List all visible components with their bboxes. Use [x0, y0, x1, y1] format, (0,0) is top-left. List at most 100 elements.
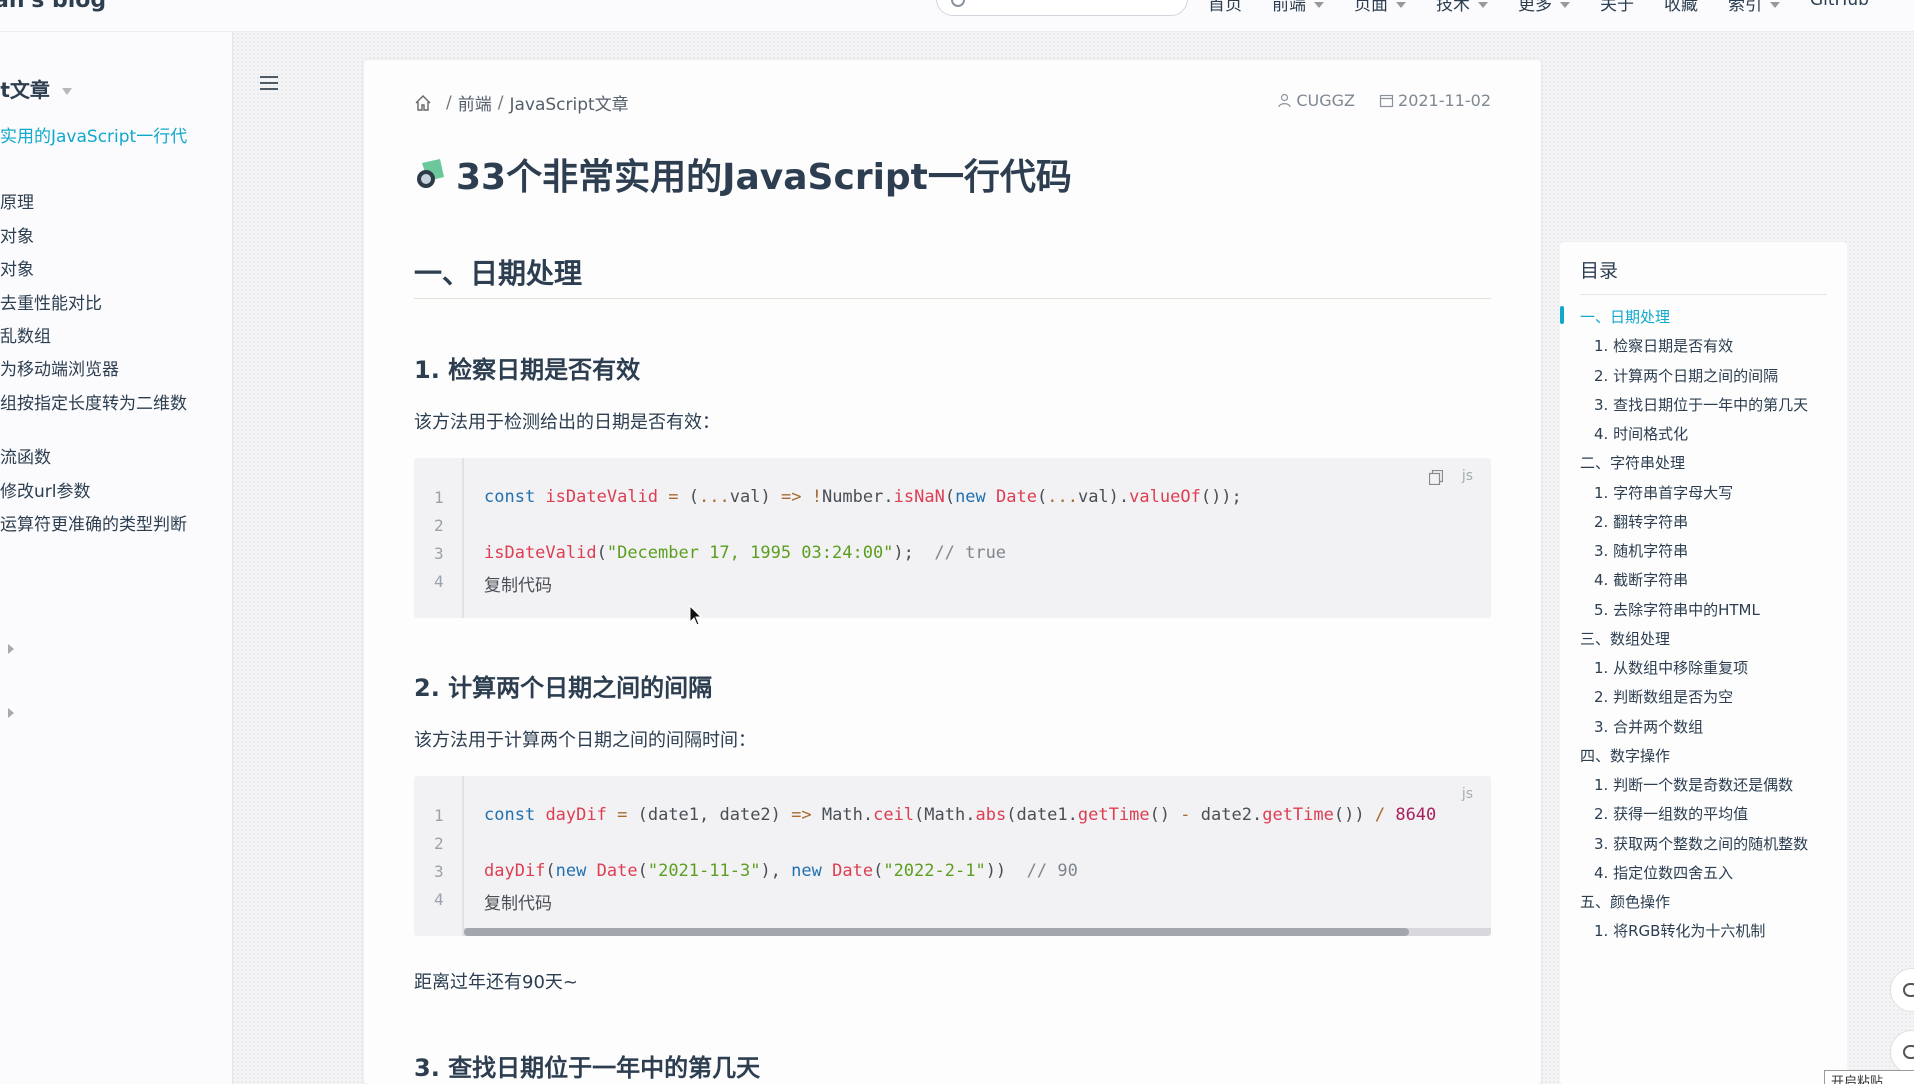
code-line: isDateValid("December 17, 1995 03:24:00"…: [484, 543, 1007, 563]
toc-item[interactable]: 5. 去除字符串中的HTML: [1594, 599, 1760, 620]
code-line: const dayDif = (date1, date2) => Math.ce…: [484, 805, 1437, 825]
sidebar-item[interactable]: 流函数: [0, 443, 51, 468]
sidebar-item[interactable]: 乱数组: [0, 322, 51, 347]
paragraph: 该方法用于计算两个日期之间的间隔时间：: [414, 730, 756, 751]
sidebar-group-label: pt文章: [0, 78, 50, 102]
line-number: 2: [434, 516, 444, 535]
code-line: const isDateValid = (...val) => !Number.…: [484, 487, 1242, 507]
line-number: 2: [434, 834, 444, 853]
breadcrumb-separator: /: [446, 92, 452, 113]
sidebar-group-title[interactable]: pt文章: [0, 74, 72, 103]
paste-toggle[interactable]: 开启粘贴: [1824, 1070, 1914, 1084]
breadcrumb-link-js-articles[interactable]: JavaScript文章: [509, 90, 628, 115]
nav-item[interactable]: GitHub: [1810, 0, 1869, 15]
sidebar-item-active[interactable]: 实用的JavaScript一行代: [0, 122, 187, 147]
paragraph: 距离过年还有90天~: [414, 972, 578, 993]
sidebar-item[interactable]: 对象: [0, 222, 34, 247]
chevron-down-icon: [1770, 2, 1780, 8]
article-meta: CUGGZ 2021-11-02: [1277, 91, 1491, 110]
toc-item[interactable]: 4. 时间格式化: [1594, 423, 1688, 444]
nav-item-label: 前端: [1272, 0, 1306, 15]
nav-item-label: 技术: [1436, 0, 1470, 15]
toc-item[interactable]: 2. 翻转字符串: [1594, 511, 1688, 532]
sidebar: pt文章 实用的JavaScript一行代 原理对象对象去重性能对比乱数组为移动…: [0, 32, 233, 1084]
toc-divider: [1580, 294, 1827, 295]
code-line: dayDif(new Date("2021-11-3"), new Date("…: [484, 861, 1078, 881]
sidebar-item[interactable]: 对象: [0, 255, 34, 280]
nav-item[interactable]: 关于: [1600, 0, 1634, 15]
horizontal-scrollbar[interactable]: [464, 928, 1491, 936]
toc-item[interactable]: 三、数组处理: [1580, 628, 1670, 649]
toc-item[interactable]: 1. 从数组中移除重复项: [1594, 657, 1748, 678]
line-number: 4: [434, 572, 444, 591]
search-input[interactable]: [936, 0, 1188, 16]
nav-item[interactable]: 收藏: [1664, 0, 1698, 15]
calendar-icon: [1379, 94, 1394, 108]
article-author[interactable]: CUGGZ: [1296, 91, 1355, 110]
toc-item[interactable]: 3. 合并两个数组: [1594, 716, 1703, 737]
toc-title: 目录: [1580, 260, 1619, 282]
sidebar-item[interactable]: 去重性能对比: [0, 289, 102, 314]
chevron-down-icon: [1478, 2, 1488, 8]
sidebar-item[interactable]: 组按指定长度转为二维数: [0, 389, 187, 414]
nav-item[interactable]: 更多: [1518, 0, 1570, 15]
code-block: 1 2 3 4 js const dayDif = (date1, date2)…: [414, 776, 1491, 936]
copy-icon[interactable]: [1429, 470, 1443, 485]
toc-active-indicator: [1560, 306, 1564, 324]
copy-code-text[interactable]: 复制代码: [484, 889, 552, 914]
chevron-right-icon[interactable]: [8, 708, 14, 718]
toc-item[interactable]: 1. 检察日期是否有效: [1594, 335, 1733, 356]
toc-item[interactable]: 二、字符串处理: [1580, 452, 1685, 473]
shirt-icon: [1903, 1045, 1914, 1059]
code-language-label: js: [1461, 786, 1473, 802]
breadcrumb: / 前端 / JavaScript文章: [414, 90, 629, 115]
chevron-down-icon: [1396, 2, 1406, 8]
comment-button[interactable]: [1890, 968, 1914, 1012]
toc-item[interactable]: 1. 将RGB转化为十六机制: [1594, 920, 1765, 941]
toc-item[interactable]: 2. 计算两个日期之间的间隔: [1594, 365, 1778, 386]
site-brand[interactable]: an's blog: [0, 0, 106, 13]
nav-menu: 首页 前端 页面 技术 更多 关于 收藏 索引 GitHub: [1208, 0, 1899, 15]
section-divider: [414, 298, 1491, 299]
toc-item[interactable]: 3. 查找日期位于一年中的第几天: [1594, 394, 1808, 415]
sidebar-item[interactable]: 原理: [0, 188, 34, 213]
theme-button[interactable]: [1890, 1030, 1914, 1074]
nav-item-label: 收藏: [1664, 0, 1698, 15]
toc-item[interactable]: 4. 截断字符串: [1594, 569, 1688, 590]
chevron-down-icon: [1314, 2, 1324, 8]
toc-item[interactable]: 1. 判断一个数是奇数还是偶数: [1594, 774, 1793, 795]
sidebar-toggle-button[interactable]: [260, 76, 278, 92]
sidebar-item[interactable]: 为移动端浏览器: [0, 355, 119, 380]
toc-item[interactable]: 四、数字操作: [1580, 745, 1670, 766]
sidebar-item[interactable]: 修改url参数: [0, 477, 91, 502]
search-icon: [951, 0, 965, 7]
subsection-heading: 1. 检察日期是否有效: [414, 356, 641, 384]
nav-item[interactable]: 首页: [1208, 0, 1242, 15]
toc-item[interactable]: 4. 指定位数四舍五入: [1594, 862, 1733, 883]
table-of-contents: 目录 一、日期处理 1. 检察日期是否有效 2. 计算两个日期之间的间隔 3. 查找日…: [1560, 242, 1847, 1084]
top-navbar: an's blog 首页 前端 页面 技术 更多 关于 收藏 索引 GitHub: [0, 0, 1914, 32]
nav-item[interactable]: 索引: [1728, 0, 1780, 15]
chevron-right-icon[interactable]: [8, 644, 14, 654]
scrollbar-thumb[interactable]: [464, 928, 1409, 936]
nav-item[interactable]: 页面: [1354, 0, 1406, 15]
toc-item[interactable]: 一、日期处理: [1580, 306, 1670, 327]
toc-item[interactable]: 2. 判断数组是否为空: [1594, 686, 1733, 707]
sidebar-item[interactable]: 运算符更准确的类型判断: [0, 510, 187, 535]
nav-item[interactable]: 技术: [1436, 0, 1488, 15]
nav-item[interactable]: 前端: [1272, 0, 1324, 15]
comment-icon: [1903, 983, 1914, 997]
toc-item[interactable]: 3. 获取两个整数之间的随机整数: [1594, 833, 1808, 854]
toc-item[interactable]: 3. 随机字符串: [1594, 540, 1688, 561]
nav-item-label: 索引: [1728, 0, 1762, 15]
subsection-heading: 2. 计算两个日期之间的间隔: [414, 674, 713, 702]
toc-item[interactable]: 五、颜色操作: [1580, 891, 1670, 912]
breadcrumb-separator: /: [497, 92, 504, 113]
page-title: 33个非常实用的JavaScript一行代码: [414, 148, 1072, 200]
copy-code-text[interactable]: 复制代码: [484, 571, 552, 596]
toc-item[interactable]: 2. 获得一组数的平均值: [1594, 803, 1748, 824]
breadcrumb-link-frontend[interactable]: 前端: [458, 90, 492, 115]
code-language-label: js: [1461, 468, 1473, 484]
toc-item[interactable]: 1. 字符串首字母大写: [1594, 482, 1733, 503]
home-icon[interactable]: [414, 94, 432, 112]
